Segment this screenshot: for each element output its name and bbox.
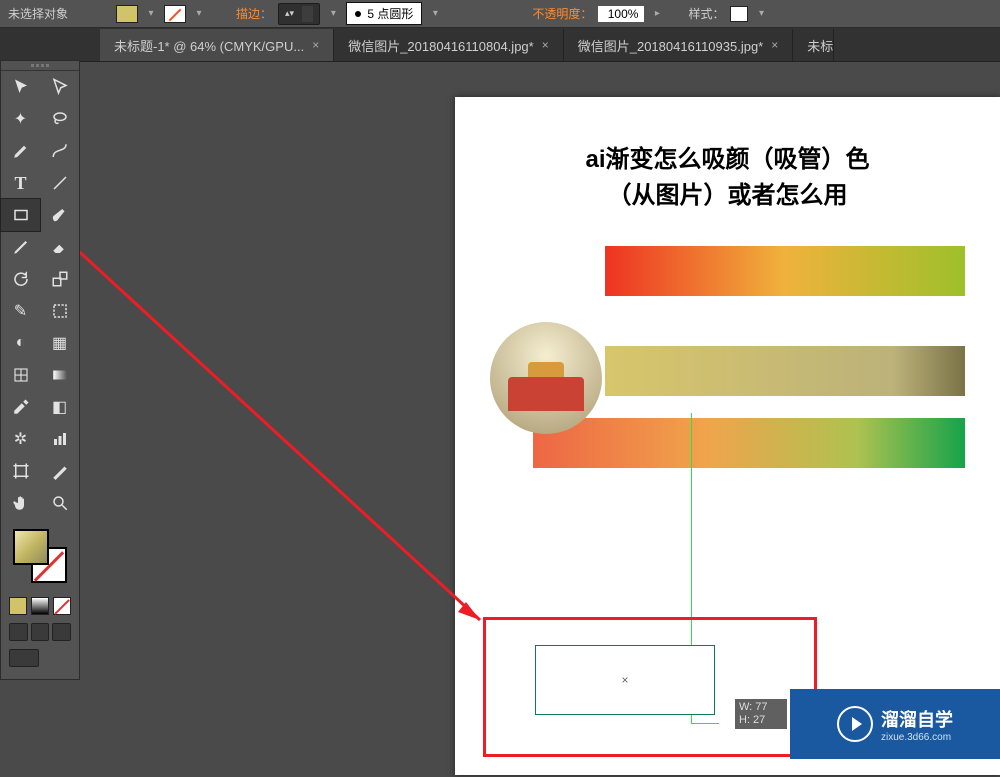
opacity-dropdown-icon[interactable]: ▸ [650,7,664,21]
slice-tool-icon[interactable] [40,455,79,487]
tab-label: 未标题-1* @ 64% (CMYK/GPU... [114,36,304,55]
magic-wand-tool-icon[interactable]: ✦ [1,103,40,135]
document-tab[interactable]: 未标题-1* @ 64% (CMYK/GPU... × [100,29,334,61]
fill-color-box[interactable] [13,529,49,565]
center-mark-icon: × [621,673,628,687]
selection-status: 未选择对象 [8,5,68,22]
stroke-profile[interactable]: 5 点圆形 [346,2,422,25]
new-rectangle-shape[interactable]: × [535,645,715,715]
rectangle-tool-icon[interactable] [1,199,40,231]
document-tab[interactable]: 微信图片_20180416110804.jpg* × [334,29,564,61]
stroke-weight-dropdown-icon[interactable]: ▾ [326,7,340,21]
mesh-tool-icon[interactable] [1,359,40,391]
fill-dropdown-icon[interactable]: ▾ [144,7,158,21]
gradient-bar-1[interactable] [605,246,965,296]
color-mode-solid-icon[interactable] [9,597,27,615]
watermark: 溜溜自学 zixue.3d66.com [790,689,1000,759]
panel-grip[interactable] [1,61,79,71]
close-icon[interactable]: × [771,38,778,52]
zoom-tool-icon[interactable] [40,487,79,519]
play-icon [837,706,873,742]
close-icon[interactable]: × [312,38,319,52]
eraser-tool-icon[interactable] [40,231,79,263]
free-transform-tool-icon[interactable] [40,295,79,327]
color-mode-none-icon[interactable] [53,597,71,615]
stroke-swatch[interactable] [164,5,186,23]
artboard: ai渐变怎么吸颜（吸管）色 （从图片）或者怎么用 × W: 77 H: 27 [455,97,1000,775]
rotate-tool-icon[interactable] [1,263,40,295]
style-swatch[interactable] [730,6,748,22]
draw-mode-normal-icon[interactable] [9,623,28,641]
symbol-sprayer-tool-icon[interactable]: ✲ [1,423,40,455]
control-bar: 未选择对象 ▾ ▾ 描边： ▴▾ ▾ 5 点圆形 ▾ 不透明度： 100% ▸ … [0,0,1000,28]
eyedropper-tool-icon[interactable] [1,391,40,423]
pen-tool-icon[interactable] [1,135,40,167]
sample-image-circle[interactable] [490,322,602,434]
dimension-readout: W: 77 H: 27 [735,699,787,729]
tools-panel: ✦ T ✎ ◐ ▦ ◧ ✲ [0,60,80,680]
curvature-tool-icon[interactable] [40,135,79,167]
tab-label: 微信图片_20180416110804.jpg* [348,36,534,55]
width-tool-icon[interactable]: ✎ [1,295,40,327]
hand-tool-icon[interactable] [1,487,40,519]
draw-mode-inside-icon[interactable] [52,623,71,641]
style-dropdown-icon[interactable]: ▾ [754,7,768,21]
fill-stroke-block [1,519,79,593]
stroke-label: 描边： [236,5,272,22]
gradient-bar-2[interactable] [605,346,965,396]
stroke-weight-value [302,6,313,22]
column-graph-tool-icon[interactable] [40,423,79,455]
lasso-tool-icon[interactable] [40,103,79,135]
document-tab[interactable]: 未标 [793,29,834,61]
gradient-bar-3[interactable] [533,418,965,468]
blend-tool-icon[interactable]: ◧ [40,391,79,423]
tab-label: 未标 [807,36,833,55]
pencil-tool-icon[interactable] [1,231,40,263]
selection-tool-icon[interactable] [1,71,40,103]
tab-label: 微信图片_20180416110935.jpg* [578,36,764,55]
artwork-title: ai渐变怎么吸颜（吸管）色 （从图片）或者怎么用 [455,142,1000,214]
close-icon[interactable]: × [542,38,549,52]
perspective-grid-tool-icon[interactable]: ▦ [40,327,79,359]
stroke-dropdown-icon[interactable]: ▾ [192,7,206,21]
opacity-value[interactable]: 100% [598,6,644,22]
style-label: 样式： [688,5,724,22]
opacity-label: 不透明度： [532,5,592,22]
direct-selection-tool-icon[interactable] [40,71,79,103]
watermark-brand: 溜溜自学 [881,706,953,732]
gradient-tool-icon[interactable] [40,359,79,391]
scale-tool-icon[interactable] [40,263,79,295]
line-tool-icon[interactable] [40,167,79,199]
shape-builder-tool-icon[interactable]: ◐ [1,327,40,359]
paintbrush-tool-icon[interactable] [40,199,79,231]
type-tool-icon[interactable]: T [1,167,40,199]
draw-mode-behind-icon[interactable] [31,623,50,641]
stroke-profile-dropdown-icon[interactable]: ▾ [428,7,442,21]
stroke-weight-stepper[interactable]: ▴▾ [278,3,320,25]
artboard-tool-icon[interactable] [1,455,40,487]
color-mode-gradient-icon[interactable] [31,597,49,615]
document-tab[interactable]: 微信图片_20180416110935.jpg* × [564,29,794,61]
watermark-url: zixue.3d66.com [881,732,953,743]
screen-mode-icon[interactable] [9,649,39,667]
workspace: ai渐变怎么吸颜（吸管）色 （从图片）或者怎么用 × W: 77 H: 27 [80,62,1000,777]
document-tabs: 未标题-1* @ 64% (CMYK/GPU... × 微信图片_2018041… [0,28,1000,62]
fill-swatch[interactable] [116,5,138,23]
